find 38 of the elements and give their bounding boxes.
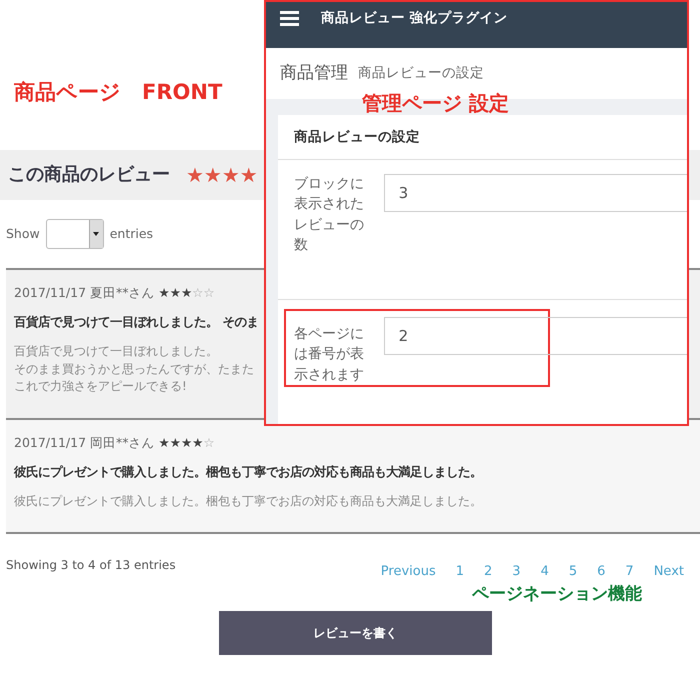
rating-stars: ★★★★ <box>186 162 258 189</box>
menu-icon[interactable] <box>280 10 299 26</box>
breadcrumb-title: 商品管理 <box>280 62 348 85</box>
star-rating: ★★★★☆ <box>158 435 215 450</box>
admin-title: 商品レビュー 強化プラグイン <box>321 10 508 26</box>
review-text: そのまま買おうかと思ったんですが、たまた <box>14 360 254 378</box>
setting-input[interactable]: 2 <box>384 317 687 356</box>
setting-label: ブロックに表示されたレビューの数 <box>294 175 365 256</box>
pagination-link[interactable]: 4 <box>530 562 559 582</box>
annotation-label: 管理ページ 設定 <box>362 93 510 113</box>
review-title: 百貨店で見つけて一目ぼれしました。 そのま <box>14 314 258 331</box>
pagination-link[interactable]: 7 <box>615 562 644 582</box>
review-title: 彼氏にプレゼントで購入しました。梱包も丁寧でお店の対応も商品も大満足しました。 <box>14 464 482 481</box>
card-title: 商品レビューの設定 <box>278 115 687 160</box>
annotation-label: ページネーション機能 <box>471 582 643 606</box>
breadcrumb-subtitle: 商品レビューの設定 <box>358 64 484 84</box>
pagination-link[interactable]: 6 <box>587 562 616 582</box>
pagination-link[interactable]: 1 <box>446 562 474 582</box>
setting-input[interactable]: 3 <box>384 174 687 212</box>
pagination-link[interactable]: Previous <box>370 562 446 582</box>
review-meta: 2017/11/17 夏田**さん <box>14 285 156 300</box>
pagination-link[interactable]: 3 <box>502 562 531 582</box>
review-text: 彼氏にプレゼントで購入しました。梱包も丁寧でお店の対応も商品も大満足しました。 <box>14 493 482 510</box>
pagination-link[interactable]: 5 <box>558 562 588 582</box>
review-meta: 2017/11/17 岡田**さん <box>14 435 156 450</box>
dropdown-caret-icon <box>93 232 100 236</box>
pagination-link[interactable]: Next <box>644 562 694 582</box>
review-text: これで力強さをアピールできる! <box>14 378 187 395</box>
review-text: 百貨店で見つけて一目ぼれしました。 <box>14 343 218 360</box>
annotation-label: 商品ページ FRONT <box>14 80 222 106</box>
entries-label: entries <box>110 224 154 243</box>
pagination-link[interactable]: 2 <box>474 562 502 582</box>
star-rating: ★★★☆☆ <box>158 285 215 300</box>
write-review-button[interactable]: レビューを書く <box>219 611 492 655</box>
show-label: Show <box>6 224 40 243</box>
setting-label: 各ページには番号が表示されます <box>294 325 365 385</box>
entries-info: Showing 3 to 4 of 13 entries <box>6 557 176 574</box>
section-title: この商品のレビュー <box>8 164 170 186</box>
